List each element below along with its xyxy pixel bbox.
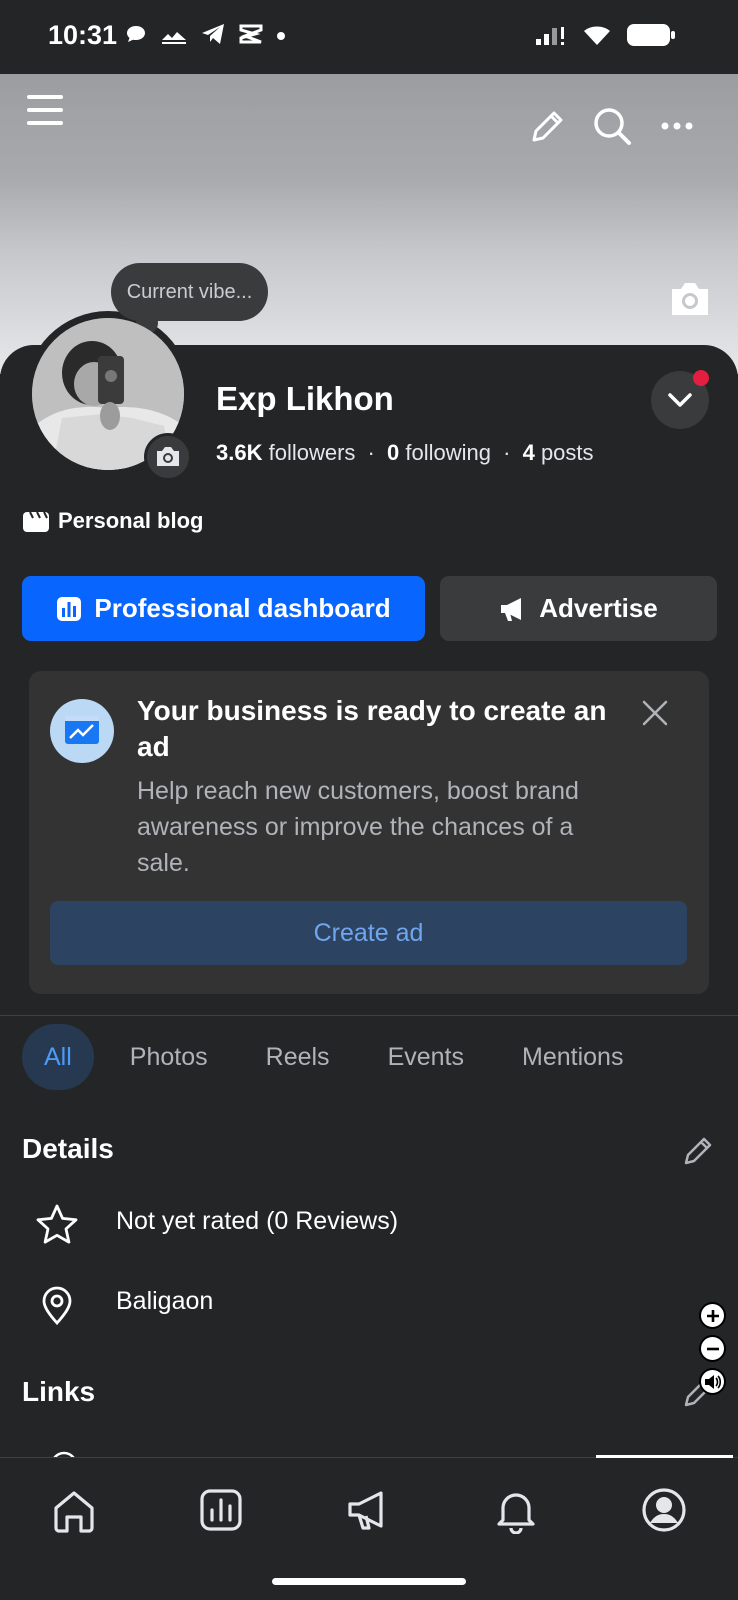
posts-count: 4 xyxy=(522,440,535,465)
cover-camera-icon[interactable] xyxy=(668,280,712,318)
wifi-icon xyxy=(584,26,610,45)
followers-count: 3.6K xyxy=(216,440,263,465)
following-stat[interactable]: 0 following xyxy=(387,440,491,465)
plus-icon xyxy=(706,1309,719,1322)
status-bar: 10:31 xyxy=(0,0,738,74)
signal-icon xyxy=(536,27,564,45)
note-bubble[interactable]: Current vibe... xyxy=(111,263,268,321)
close-icon[interactable] xyxy=(641,699,669,727)
zoom-out-button[interactable] xyxy=(699,1335,726,1362)
camera-icon xyxy=(157,447,179,466)
dot-icon xyxy=(277,32,285,40)
status-time: 10:31 xyxy=(48,20,118,50)
chevron-down-icon xyxy=(668,393,692,407)
tab-photos[interactable]: Photos xyxy=(108,1024,230,1090)
tab-all[interactable]: All xyxy=(22,1024,94,1090)
home-icon[interactable] xyxy=(50,1486,98,1534)
professional-dashboard-button[interactable]: Professional dashboard xyxy=(22,576,425,641)
accessibility-audio-button[interactable] xyxy=(699,1368,726,1395)
star-icon xyxy=(36,1204,78,1244)
more-icon[interactable] xyxy=(660,116,694,136)
megaphone-icon[interactable] xyxy=(345,1486,393,1534)
posts-label: posts xyxy=(540,440,594,465)
stat-separator: · xyxy=(503,440,511,465)
following-label: following xyxy=(405,440,491,465)
megaphone-icon xyxy=(501,597,522,621)
professional-dashboard-label: Professional dashboard xyxy=(94,593,391,623)
zoom-in-button[interactable] xyxy=(699,1302,726,1329)
followers-stat[interactable]: 3.6K followers xyxy=(216,440,355,465)
tab-events[interactable]: Events xyxy=(366,1024,486,1090)
location-pin-icon xyxy=(42,1286,72,1326)
tab-mentions[interactable]: Mentions xyxy=(500,1024,645,1090)
bottom-navigation xyxy=(0,1455,738,1600)
chat-bubble-icon xyxy=(127,26,145,42)
details-title: Details xyxy=(22,1133,114,1164)
battery-icon xyxy=(627,24,675,46)
search-icon[interactable] xyxy=(592,106,632,146)
ad-card-title: Your business is ready to create an ad xyxy=(137,695,607,762)
clapperboard-icon xyxy=(23,511,49,532)
links-title: Links xyxy=(22,1376,96,1407)
notification-dot xyxy=(693,370,709,386)
active-tab-indicator xyxy=(596,1455,733,1458)
bell-icon[interactable] xyxy=(492,1486,540,1534)
following-count: 0 xyxy=(387,440,400,465)
profile-icon[interactable] xyxy=(640,1486,688,1534)
location-row[interactable]: Baligaon xyxy=(35,1282,213,1326)
status-system-icons xyxy=(534,22,676,48)
profile-tabs: All Photos Reels Events Mentions xyxy=(22,1024,659,1090)
capcut-icon xyxy=(239,24,263,44)
advertise-label: Advertise xyxy=(539,593,658,623)
profile-name: Exp Likhon xyxy=(216,380,394,417)
tab-reels[interactable]: Reels xyxy=(244,1024,352,1090)
edit-icon[interactable] xyxy=(528,108,566,146)
ad-chart-icon xyxy=(50,699,114,763)
stat-separator: · xyxy=(367,440,375,465)
category-label: Personal blog xyxy=(58,508,204,533)
dashboard-icon xyxy=(57,596,82,621)
home-indicator[interactable] xyxy=(272,1578,466,1585)
location-text: Baligaon xyxy=(116,1287,214,1315)
telegram-icon xyxy=(202,24,224,44)
status-notification-icons xyxy=(124,22,286,46)
section-divider xyxy=(0,1015,738,1016)
link-row-partial[interactable] xyxy=(45,1445,345,1457)
minus-icon xyxy=(706,1347,719,1350)
speaker-icon xyxy=(704,1374,721,1389)
image-icon xyxy=(162,32,186,44)
avatar-camera-button[interactable] xyxy=(144,433,192,481)
rating-row[interactable]: Not yet rated (0 Reviews) xyxy=(35,1203,398,1245)
edit-details-icon[interactable] xyxy=(681,1134,715,1168)
menu-icon[interactable] xyxy=(25,90,65,130)
ad-card-description: Help reach new customers, boost brand aw… xyxy=(137,777,579,877)
dashboard-icon[interactable] xyxy=(197,1486,245,1534)
advertise-button[interactable]: Advertise xyxy=(440,576,717,641)
posts-stat[interactable]: 4 posts xyxy=(523,440,594,465)
profile-category[interactable]: Personal blog xyxy=(22,508,203,534)
followers-label: followers xyxy=(268,440,356,465)
rating-text: Not yet rated (0 Reviews) xyxy=(116,1207,399,1235)
ad-promo-card: Your business is ready to create an ad H… xyxy=(29,671,709,994)
create-ad-button[interactable]: Create ad xyxy=(50,901,687,965)
profile-stats: 3.6K followers · 0 following · 4 posts xyxy=(216,440,594,466)
